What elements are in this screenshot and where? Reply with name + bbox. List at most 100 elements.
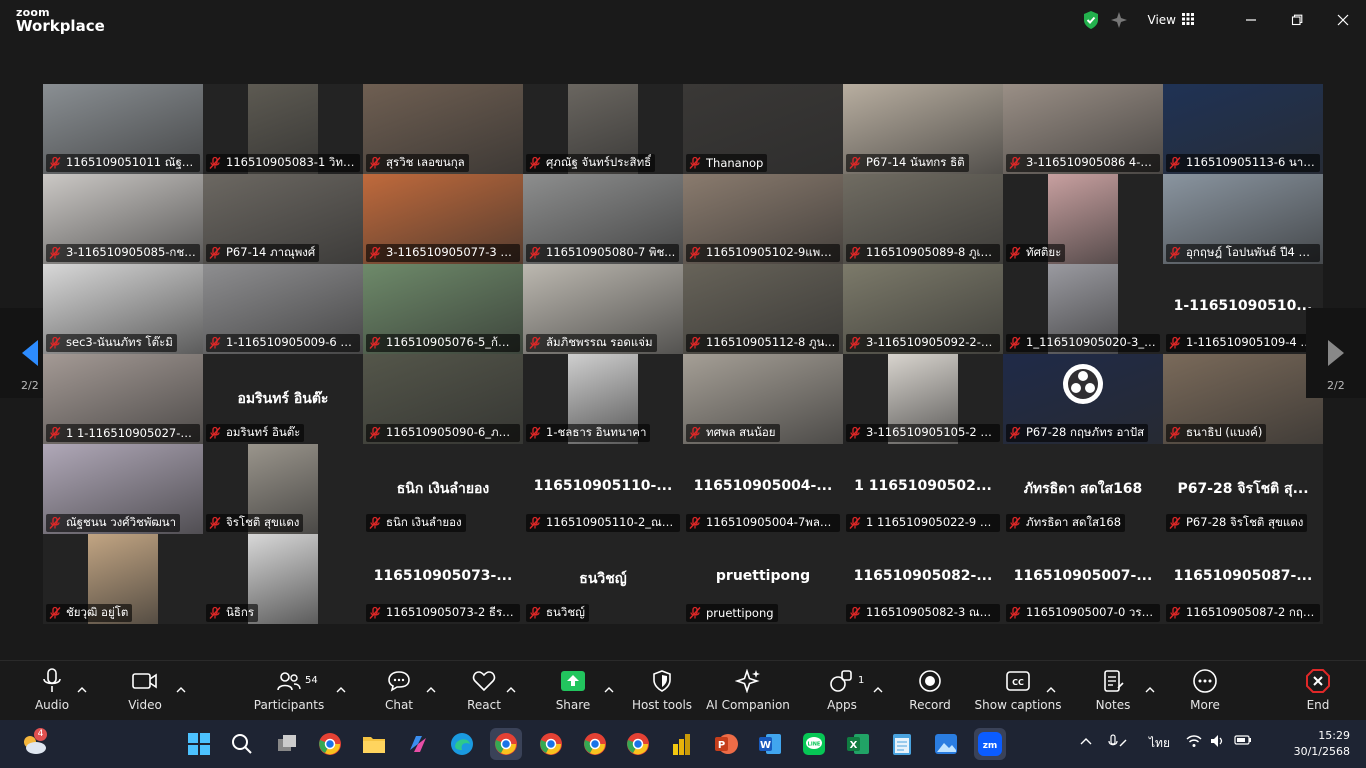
participant-tile[interactable]: ณัฐชนน วงศ์วิชพัฒนา: [43, 444, 203, 534]
search-icon[interactable]: [226, 728, 258, 760]
participant-tile[interactable]: 116510905007-... 116510905007-0 วรเดช: [1003, 534, 1163, 624]
zoom-taskbar-icon[interactable]: zm: [974, 728, 1006, 760]
minimize-button[interactable]: [1228, 0, 1274, 40]
participant-tile[interactable]: ศุภณัฐ จันทร์ประสิทธิ์: [523, 84, 683, 174]
participant-tile[interactable]: 116510905083-1 วิทวัส: [203, 84, 363, 174]
participant-tile[interactable]: 1 1-116510905027-8 ...: [43, 354, 203, 444]
participant-tile[interactable]: ลัมภิชพรรณ รอดแจ่ม: [523, 264, 683, 354]
participant-tile[interactable]: sec3-นันนภัทร โต๊ะมิ: [43, 264, 203, 354]
participant-tile[interactable]: 3-116510905077-3 จิ...: [363, 174, 523, 264]
participant-tile[interactable]: Thananop: [683, 84, 843, 174]
participant-tile[interactable]: ทศพล สนน้อย: [683, 354, 843, 444]
word-icon[interactable]: W: [754, 728, 786, 760]
chrome-profile-2-icon[interactable]: [535, 728, 567, 760]
task-view-icon[interactable]: [271, 728, 303, 760]
participant-tile[interactable]: 116510905080-7 พิช...: [523, 174, 683, 264]
wifi-icon[interactable]: [1186, 734, 1202, 751]
audio-button[interactable]: Audio: [34, 667, 70, 717]
volume-icon[interactable]: [1210, 734, 1226, 751]
sparkle-icon[interactable]: [1110, 11, 1128, 29]
notes-button[interactable]: Notes: [1096, 667, 1130, 717]
participant-tile[interactable]: ธนาธิป (แบงค์): [1163, 354, 1323, 444]
copilot-icon[interactable]: [402, 728, 434, 760]
participant-tile[interactable]: 116510905102-9แพรท...: [683, 174, 843, 264]
apps-button[interactable]: Apps: [825, 667, 859, 717]
input-language[interactable]: ไทย: [1149, 734, 1170, 753]
participant-tile[interactable]: 116510905090-6_ภาคิ...: [363, 354, 523, 444]
audio-options-caret[interactable]: [77, 679, 91, 693]
chrome-profile-3-icon[interactable]: [579, 728, 611, 760]
chrome-profile-1-icon[interactable]: [490, 728, 522, 760]
participant-tile[interactable]: 3-116510905085-กชพ...: [43, 174, 203, 264]
participant-tile[interactable]: 1-116510905009-6 พ...: [203, 264, 363, 354]
participant-tile[interactable]: P67-28 กฤษภัทร อาปัส: [1003, 354, 1163, 444]
chat-button[interactable]: Chat: [384, 667, 414, 717]
participant-tile[interactable]: จิรโชติ สุขแดง: [203, 444, 363, 534]
chat-options-caret[interactable]: [426, 679, 440, 693]
participant-tile[interactable]: 116510905089-8 ภูเน...: [843, 174, 1003, 264]
participant-tile[interactable]: P67-14 ภาณุพงศ์: [203, 174, 363, 264]
restore-button[interactable]: [1274, 0, 1320, 40]
participant-tile[interactable]: P67-14 นันทกร ธิติ: [843, 84, 1003, 174]
participant-tile[interactable]: 116510905004-... 116510905004-7พลอย...: [683, 444, 843, 534]
participant-tile[interactable]: 116510905087-... 116510905087-2 กฤษ...: [1163, 534, 1323, 624]
powerpoint-icon[interactable]: P: [710, 728, 742, 760]
participant-tile[interactable]: ทัศติยะ: [1003, 174, 1163, 264]
view-button[interactable]: View: [1148, 12, 1194, 28]
ai-companion-button[interactable]: AI Companion: [706, 667, 790, 717]
apps-options-caret[interactable]: [873, 679, 887, 693]
participant-tile[interactable]: อมรินทร์ อินต๊ะ อมรินทร์ อินต๊ะ: [203, 354, 363, 444]
record-button[interactable]: Record: [909, 667, 951, 717]
participant-tile[interactable]: ภัทรธิดา สดใส168 ภัทรธิดา สดใส168: [1003, 444, 1163, 534]
excel-icon[interactable]: X: [842, 728, 874, 760]
chrome-icon[interactable]: [314, 728, 346, 760]
participant-tile[interactable]: 116510905082-... 116510905082-3 ณรวิช...: [843, 534, 1003, 624]
participant-tile[interactable]: 1-ชลธาร อินทนาคา: [523, 354, 683, 444]
more-button[interactable]: More: [1188, 667, 1222, 717]
participant-tile[interactable]: อุกฤษฎ์ โอปนพันธ์ ปี4 1...: [1163, 174, 1323, 264]
start-menu-icon[interactable]: [183, 728, 215, 760]
participant-tile[interactable]: 116510905110-... 116510905110-2_ณภั...: [523, 444, 683, 534]
participant-tile[interactable]: ชัยวุฒิ อยู่โต: [43, 534, 203, 624]
react-options-caret[interactable]: [506, 679, 520, 693]
captions-options-caret[interactable]: [1046, 679, 1060, 693]
pen-input-icon[interactable]: [1108, 734, 1128, 753]
line-icon[interactable]: LINE: [798, 728, 830, 760]
participant-tile[interactable]: 1165109051011 ณัฐพ...: [43, 84, 203, 174]
share-options-caret[interactable]: [604, 679, 618, 693]
participant-tile[interactable]: นิธิกร: [203, 534, 363, 624]
participant-tile[interactable]: 1 11651090502... 1 116510905022-9 ทิ...: [843, 444, 1003, 534]
share-button[interactable]: Share: [556, 667, 590, 717]
file-explorer-icon[interactable]: [358, 728, 390, 760]
participant-tile[interactable]: 3-116510905092-2-วุ...: [843, 264, 1003, 354]
power-bi-icon[interactable]: [666, 728, 698, 760]
host-tools-button[interactable]: Host tools: [632, 667, 692, 717]
participant-tile[interactable]: 116510905112-8 ภูน...: [683, 264, 843, 354]
close-window-button[interactable]: [1320, 0, 1366, 40]
participant-tile[interactable]: pruettipong pruettipong: [683, 534, 843, 624]
participant-tile[interactable]: 116510905076-5_ก้อย...: [363, 264, 523, 354]
participant-tile[interactable]: 3-116510905086 4-แก้...: [1003, 84, 1163, 174]
participant-tile[interactable]: P67-28 จิรโชติ สุ... P67-28 จิรโชติ สุขแด…: [1163, 444, 1323, 534]
system-clock[interactable]: 15:29 30/1/2568: [1294, 728, 1350, 760]
chrome-profile-4-icon[interactable]: [622, 728, 654, 760]
video-button[interactable]: Video: [127, 667, 163, 717]
participant-tile[interactable]: สุรวิช เลอขนกุล: [363, 84, 523, 174]
participant-tile[interactable]: 3-116510905105-2 ภั...: [843, 354, 1003, 444]
video-options-caret[interactable]: [176, 679, 190, 693]
participant-tile[interactable]: 1-11651090510... 1-116510905109-4 ก...: [1163, 264, 1323, 354]
participant-tile[interactable]: 116510905113-6 นาย ...: [1163, 84, 1323, 174]
edge-icon[interactable]: [446, 728, 478, 760]
photos-icon[interactable]: [930, 728, 962, 760]
end-meeting-button[interactable]: End: [1302, 667, 1334, 717]
notes-options-caret[interactable]: [1145, 679, 1159, 693]
participants-options-caret[interactable]: [336, 679, 350, 693]
participant-tile[interactable]: ธนวิชญ์ ธนวิชญ์: [523, 534, 683, 624]
battery-icon[interactable]: [1234, 734, 1252, 749]
participant-tile[interactable]: 116510905073-... 116510905073-2 ธีรเมธ: [363, 534, 523, 624]
show-hidden-icons[interactable]: [1080, 734, 1092, 748]
react-button[interactable]: React: [467, 667, 501, 717]
shield-check-icon[interactable]: [1082, 10, 1100, 30]
participant-tile[interactable]: 1_116510905020-3_ฐา...: [1003, 264, 1163, 354]
notepad-icon[interactable]: [886, 728, 918, 760]
